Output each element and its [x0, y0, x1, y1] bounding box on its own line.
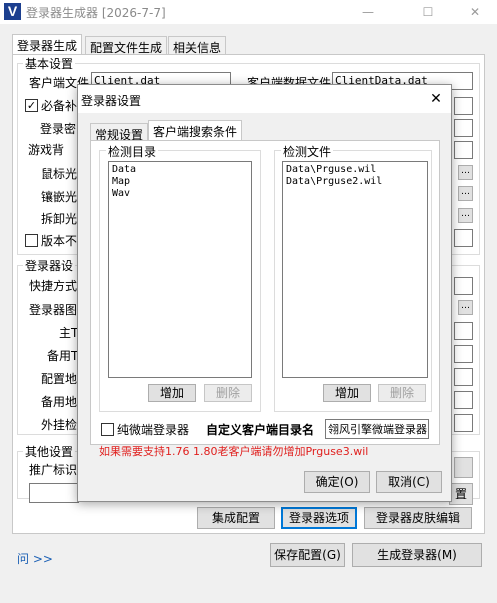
delete-file-button[interactable]: 删除 [378, 384, 426, 402]
pure-micro-checkbox[interactable] [101, 423, 114, 436]
shortcut-field[interactable] [454, 277, 473, 295]
login-icon-label: 登录器图 [29, 303, 78, 317]
minimize-button[interactable]: — [348, 2, 388, 22]
game-background-label: 游戏背 [28, 143, 65, 157]
tab-login-generator[interactable]: 登录器生成 [12, 34, 83, 55]
dialog-close-icon[interactable]: ✕ [426, 89, 446, 109]
backup-address-field[interactable] [454, 391, 473, 409]
list-item[interactable]: Map [112, 176, 248, 188]
add-dir-button[interactable]: 增加 [148, 384, 196, 402]
custom-dir-label: 自定义客户端目录名 [206, 423, 315, 437]
backup-address-label: 备用地 [41, 395, 78, 409]
maximize-button[interactable]: ☐ [408, 2, 448, 22]
patch-checkbox[interactable]: ✓ [25, 99, 38, 112]
title-bar: V 登录器生成器 [2026-7-7] — ☐ ✕ [0, 0, 497, 24]
remove-cursor-label: 拆卸光 [41, 212, 78, 226]
add-file-button[interactable]: 增加 [323, 384, 371, 402]
main-t-label: 主T [59, 326, 79, 340]
version-label: 版本不 [41, 234, 78, 248]
login-options-button[interactable]: 登录器选项 [281, 507, 357, 529]
promo-id-label: 推广标识 [29, 463, 78, 477]
shortcut-label: 快捷方式 [29, 279, 78, 293]
other-settings-title: 其他设置 [23, 443, 76, 460]
config-address-label: 配置地 [41, 372, 78, 386]
integrate-config-button[interactable]: 集成配置 [197, 507, 275, 529]
dialog-tab-client-search[interactable]: 客户端搜索条件 [148, 120, 243, 141]
save-config-button[interactable]: 保存配置(G) [270, 543, 345, 567]
promo-id-input[interactable] [29, 483, 79, 503]
check-file-list[interactable]: Data\Prguse.wil Data\Prguse2.wil [282, 161, 428, 378]
config-address-field[interactable] [454, 368, 473, 386]
plugin-check-label: 外挂检 [41, 418, 78, 432]
patch-label: 必备补 [41, 99, 78, 113]
other-config-button[interactable]: 置 [449, 483, 473, 505]
version-field[interactable] [454, 229, 473, 247]
check-file-title: 检测文件 [281, 143, 334, 160]
check-dir-list[interactable]: Data Map Wav [108, 161, 252, 378]
app-icon: V [4, 3, 21, 20]
main-t-field[interactable] [454, 322, 473, 340]
list-item[interactable]: Data\Prguse2.wil [286, 176, 424, 188]
check-dir-title: 检测目录 [106, 143, 159, 160]
list-item[interactable]: Data [112, 164, 248, 176]
pure-micro-label: 纯微端登录器 [117, 423, 190, 437]
version-checkbox[interactable] [25, 234, 38, 247]
basic-settings-title: 基本设置 [23, 55, 76, 72]
browse-embed-button[interactable]: … [458, 186, 473, 201]
custom-dir-input[interactable]: 翎风引擎微端登录器 [325, 419, 429, 439]
browse-icon-button[interactable]: … [458, 300, 473, 315]
backup-t-label: 备用T [47, 349, 79, 363]
tab-about[interactable]: 相关信息 [168, 36, 227, 55]
help-link[interactable]: 问 >> [17, 550, 53, 567]
generate-button[interactable]: 生成登录器(M) [352, 543, 482, 567]
ok-button[interactable]: 确定(O) [304, 471, 370, 493]
plugin-check-field[interactable] [454, 414, 473, 432]
skin-edit-button[interactable]: 登录器皮肤编辑 [364, 507, 472, 529]
basic-field-4[interactable] [454, 141, 473, 159]
cancel-button[interactable]: 取消(C) [376, 471, 442, 493]
list-item[interactable]: Wav [112, 188, 248, 200]
login-settings-title: 登录器设 [23, 257, 76, 274]
warning-text: 如果需要支持1.76 1.80老客户端请勿增加Prguse3.wil [99, 445, 369, 458]
delete-dir-button[interactable]: 删除 [204, 384, 252, 402]
browse-mouse-button[interactable]: … [458, 165, 473, 180]
other-right-button[interactable] [454, 457, 473, 478]
window-title: 登录器生成器 [2026-7-7] [26, 6, 166, 20]
dialog-title-bar: 登录器设置 ✕ [78, 85, 451, 113]
embed-cursor-label: 镶嵌光 [41, 190, 78, 204]
basic-field-3[interactable] [454, 119, 473, 137]
list-item[interactable]: Data\Prguse.wil [286, 164, 424, 176]
dialog-tab-pane: 检测目录 Data Map Wav 增加 删除 检测文件 Data\Prguse… [90, 140, 440, 445]
login-settings-dialog: 登录器设置 ✕ 常规设置 客户端搜索条件 检测目录 Data Map Wav 增… [77, 84, 452, 502]
backup-t-field[interactable] [454, 345, 473, 363]
login-password-label: 登录密 [40, 122, 77, 136]
mouse-cursor-label: 鼠标光 [41, 167, 78, 181]
close-button[interactable]: ✕ [455, 2, 495, 22]
browse-remove-button[interactable]: … [458, 208, 473, 223]
tab-config-generator[interactable]: 配置文件生成 [85, 36, 168, 55]
basic-field-2[interactable] [454, 97, 473, 115]
dialog-title: 登录器设置 [81, 94, 142, 108]
